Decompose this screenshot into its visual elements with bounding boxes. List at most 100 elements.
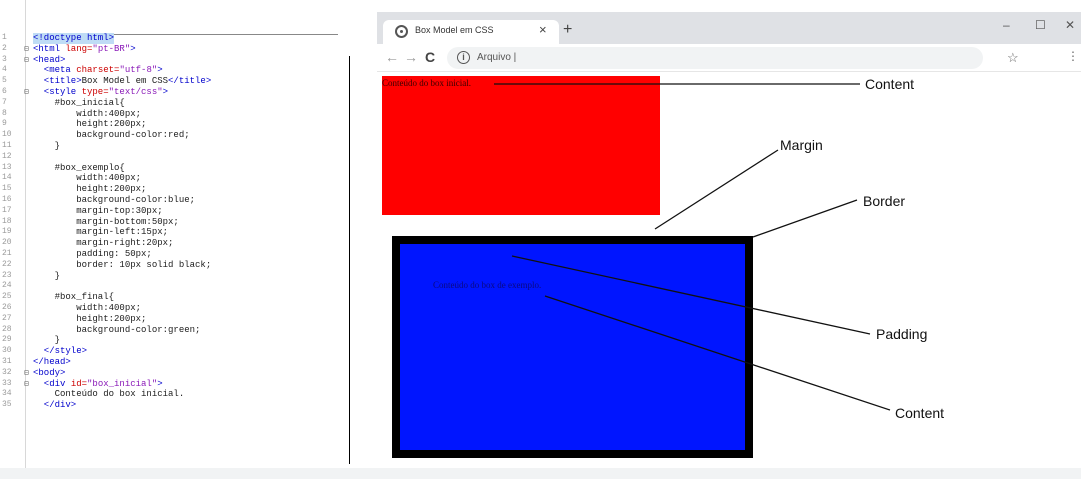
code-text: } <box>33 141 60 152</box>
code-line[interactable]: 29 } <box>0 335 350 346</box>
code-text: width:400px; <box>33 109 141 120</box>
code-line[interactable]: 3 ⊟ <head> <box>0 55 350 66</box>
code-text: </style> <box>33 346 87 357</box>
code-text: <style type="text/css"> <box>33 87 168 98</box>
line-number: 20 <box>2 238 12 248</box>
line-number: 30 <box>2 346 12 356</box>
code-line[interactable]: 31 </head> <box>0 357 350 368</box>
close-window-button[interactable]: ✕ <box>1065 18 1075 32</box>
label-margin: Margin <box>780 137 823 153</box>
code-line[interactable]: 17 margin-top:30px; <box>0 206 350 217</box>
back-arrow-icon[interactable]: ← <box>385 49 399 65</box>
line-number: 8 <box>2 108 7 118</box>
code-line[interactable]: 25 #box_final{ <box>0 292 350 303</box>
code-line[interactable]: 19 margin-left:15px; <box>0 227 350 238</box>
code-line[interactable]: 35 </div> <box>0 400 350 411</box>
code-line[interactable]: 24 <box>0 281 350 292</box>
code-line[interactable]: 30 </style> <box>0 346 350 357</box>
forward-arrow-icon[interactable]: → <box>404 49 418 65</box>
code-token: "pt-BR" <box>92 43 131 54</box>
code-token: height:200px; <box>33 119 147 130</box>
code-token: Box Model em CSS <box>81 76 169 87</box>
line-number: 17 <box>2 205 12 215</box>
line-number: 25 <box>2 292 12 302</box>
maximize-button[interactable]: ☐ <box>1035 18 1046 32</box>
code-line[interactable]: 32 ⊟ <body> <box>0 368 350 379</box>
code-line[interactable]: 2 ⊟ <html lang="pt-BR"> <box>0 44 350 55</box>
code-token: background-color:green; <box>33 324 201 335</box>
code-line[interactable]: 7 #box_inicial{ <box>0 98 350 109</box>
code-text: height:200px; <box>33 184 146 195</box>
box-inicial: Conteúdo do box inicial. <box>382 76 660 215</box>
code-lines[interactable]: 1 <!doctype html> 2 ⊟ <html lang="pt-BR"> 3 ⊟ <… <box>0 33 350 411</box>
line-number: 5 <box>2 76 7 86</box>
code-line[interactable]: 16 background-color:blue; <box>0 195 350 206</box>
line-number: 9 <box>2 119 7 129</box>
code-text: background-color:blue; <box>33 195 195 206</box>
code-token: > <box>130 43 136 54</box>
code-text: width:400px; <box>33 303 141 314</box>
code-line[interactable]: 4 <meta charset="utf-8"> <box>0 65 350 76</box>
code-token: margin-top:30px; <box>33 205 163 216</box>
code-text: border: 10px solid black; <box>33 260 211 271</box>
code-line[interactable]: 22 border: 10px solid black; <box>0 260 350 271</box>
code-token: <meta <box>33 65 77 76</box>
info-icon[interactable]: i <box>457 51 470 64</box>
code-line[interactable]: 26 width:400px; <box>0 303 350 314</box>
code-line[interactable]: 12 <box>0 152 350 163</box>
code-line[interactable]: 18 margin-bottom:50px; <box>0 217 350 228</box>
code-token: <html <box>33 43 66 54</box>
code-token: <div <box>33 378 71 389</box>
code-line[interactable]: 8 width:400px; <box>0 109 350 120</box>
line-number: 13 <box>2 162 12 172</box>
tab-box-model[interactable]: Box Model em CSS × <box>383 20 559 44</box>
close-tab-icon[interactable]: × <box>539 22 547 37</box>
line-number: 28 <box>2 324 12 334</box>
code-line[interactable]: 15 height:200px; <box>0 184 350 195</box>
code-line[interactable]: 33 ⊟ <div id="box_inicial"> <box>0 379 350 390</box>
code-line[interactable]: 1 <!doctype html> <box>0 33 350 44</box>
code-line[interactable]: 14 width:400px; <box>0 173 350 184</box>
code-line[interactable]: 10 background-color:red; <box>0 130 350 141</box>
code-text: #box_exemplo{ <box>33 163 125 174</box>
code-token: background-color:blue; <box>33 194 196 205</box>
code-line[interactable]: 9 height:200px; <box>0 119 350 130</box>
label-padding: Padding <box>876 326 928 342</box>
code-line[interactable]: 21 padding: 50px; <box>0 249 350 260</box>
line-number: 1 <box>2 33 7 42</box>
code-token: height:200px; <box>33 313 147 324</box>
line-number: 35 <box>2 400 12 410</box>
code-line[interactable]: 13 #box_exemplo{ <box>0 163 350 174</box>
code-token: <body> <box>33 367 66 378</box>
box-inicial-text: Conteúdo do box inicial. <box>382 78 471 88</box>
line-number: 26 <box>2 302 12 312</box>
code-editor[interactable]: 1 <!doctype html> 2 ⊟ <html lang="pt-BR"> 3 ⊟ <… <box>0 0 350 468</box>
menu-icon[interactable]: ⋮ <box>1067 49 1079 63</box>
code-line[interactable]: 5 <title>Box Model em CSS</title> <box>0 76 350 87</box>
code-text: <body> <box>33 368 65 379</box>
line-number: 3 <box>2 54 7 64</box>
new-tab-button[interactable]: + <box>563 21 572 39</box>
line-number: 29 <box>2 335 12 345</box>
code-line[interactable]: 27 height:200px; <box>0 314 350 325</box>
code-token: lang= <box>65 43 93 54</box>
code-line[interactable]: 23 } <box>0 271 350 282</box>
code-line[interactable]: 34 Conteúdo do box inicial. <box>0 389 350 400</box>
code-token: <!doctype html> <box>33 33 115 43</box>
bookmark-star-icon[interactable]: ☆ <box>1007 50 1019 66</box>
reload-icon[interactable]: C <box>425 49 435 65</box>
code-line[interactable]: 28 background-color:green; <box>0 325 350 336</box>
code-text: } <box>33 271 60 282</box>
code-text: margin-top:30px; <box>33 205 163 217</box>
minimize-button[interactable]: – <box>1003 18 1010 32</box>
code-token: type= <box>81 86 109 97</box>
code-token: </title> <box>168 76 212 87</box>
address-bar[interactable]: i Arquivo | ☆ <box>447 47 1019 69</box>
tab-bar: Box Model em CSS × + – ☐ ✕ <box>377 12 1081 44</box>
code-line[interactable]: 6 ⊟ <style type="text/css"> <box>0 87 350 98</box>
code-token: #box_final{ <box>33 292 115 303</box>
line-number: 23 <box>2 270 12 280</box>
code-line[interactable]: 20 margin-right:20px; <box>0 238 350 249</box>
code-line[interactable]: 11 } <box>0 141 350 152</box>
code-token: margin-bottom:50px; <box>33 216 179 227</box>
